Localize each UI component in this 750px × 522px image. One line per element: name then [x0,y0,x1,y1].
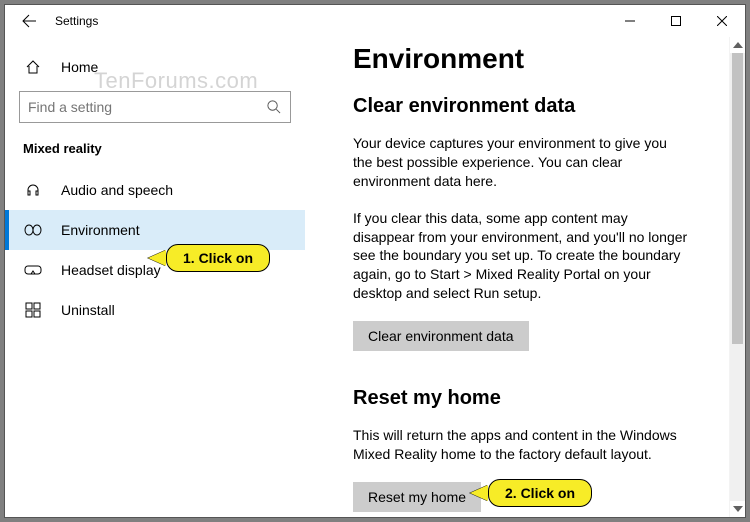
headset-icon [23,180,43,200]
sidebar-item-audio-speech[interactable]: Audio and speech [5,170,305,210]
home-label: Home [61,59,98,75]
page-heading: Environment [353,43,689,75]
section-text: Your device captures your environment to… [353,134,689,191]
sidebar-item-headset-display[interactable]: Headset display [5,250,305,290]
sidebar-item-environment[interactable]: Environment [5,210,305,250]
sidebar-item-label: Headset display [61,262,161,278]
sidebar-item-uninstall[interactable]: Uninstall [5,290,305,330]
back-arrow-icon [21,13,37,29]
scroll-down-button[interactable] [730,501,745,517]
sidebar-home[interactable]: Home [5,47,305,87]
chevron-down-icon [733,506,743,512]
scroll-track[interactable] [730,53,745,501]
close-icon [717,16,727,26]
titlebar: Settings [5,5,745,37]
sidebar-item-label: Uninstall [61,302,115,318]
reset-my-home-button[interactable]: Reset my home [353,482,481,512]
scroll-up-button[interactable] [730,37,745,53]
search-box[interactable] [19,91,291,123]
window-controls [607,6,745,36]
sidebar: Home Mixed reality Audio and speech [5,37,305,517]
window-body: Home Mixed reality Audio and speech [5,37,745,517]
section-text: If you clear this data, some app content… [353,209,689,303]
back-button[interactable] [19,11,39,31]
sidebar-section-header: Mixed reality [5,131,305,170]
minimize-button[interactable] [607,6,653,36]
uninstall-icon [23,300,43,320]
close-button[interactable] [699,6,745,36]
minimize-icon [625,16,635,26]
maximize-icon [671,16,681,26]
search-icon [266,99,282,115]
content: Environment Clear environment data Your … [305,37,729,517]
window-title: Settings [55,14,607,28]
chevron-up-icon [733,42,743,48]
home-icon [23,57,43,77]
section-title-reset-home: Reset my home [353,387,689,410]
scroll-thumb[interactable] [732,53,743,344]
section-text: This will return the apps and content in… [353,426,689,464]
search-input[interactable] [28,99,266,115]
clear-environment-data-button[interactable]: Clear environment data [353,321,529,351]
sidebar-item-label: Audio and speech [61,182,173,198]
settings-window: Settings Home [4,4,746,518]
section-title-clear-env: Clear environment data [353,95,689,118]
content-wrap: Environment Clear environment data Your … [305,37,745,517]
maximize-button[interactable] [653,6,699,36]
headset-display-icon [23,260,43,280]
sidebar-item-label: Environment [61,222,140,238]
vertical-scrollbar[interactable] [729,37,745,517]
environment-icon [23,220,43,240]
